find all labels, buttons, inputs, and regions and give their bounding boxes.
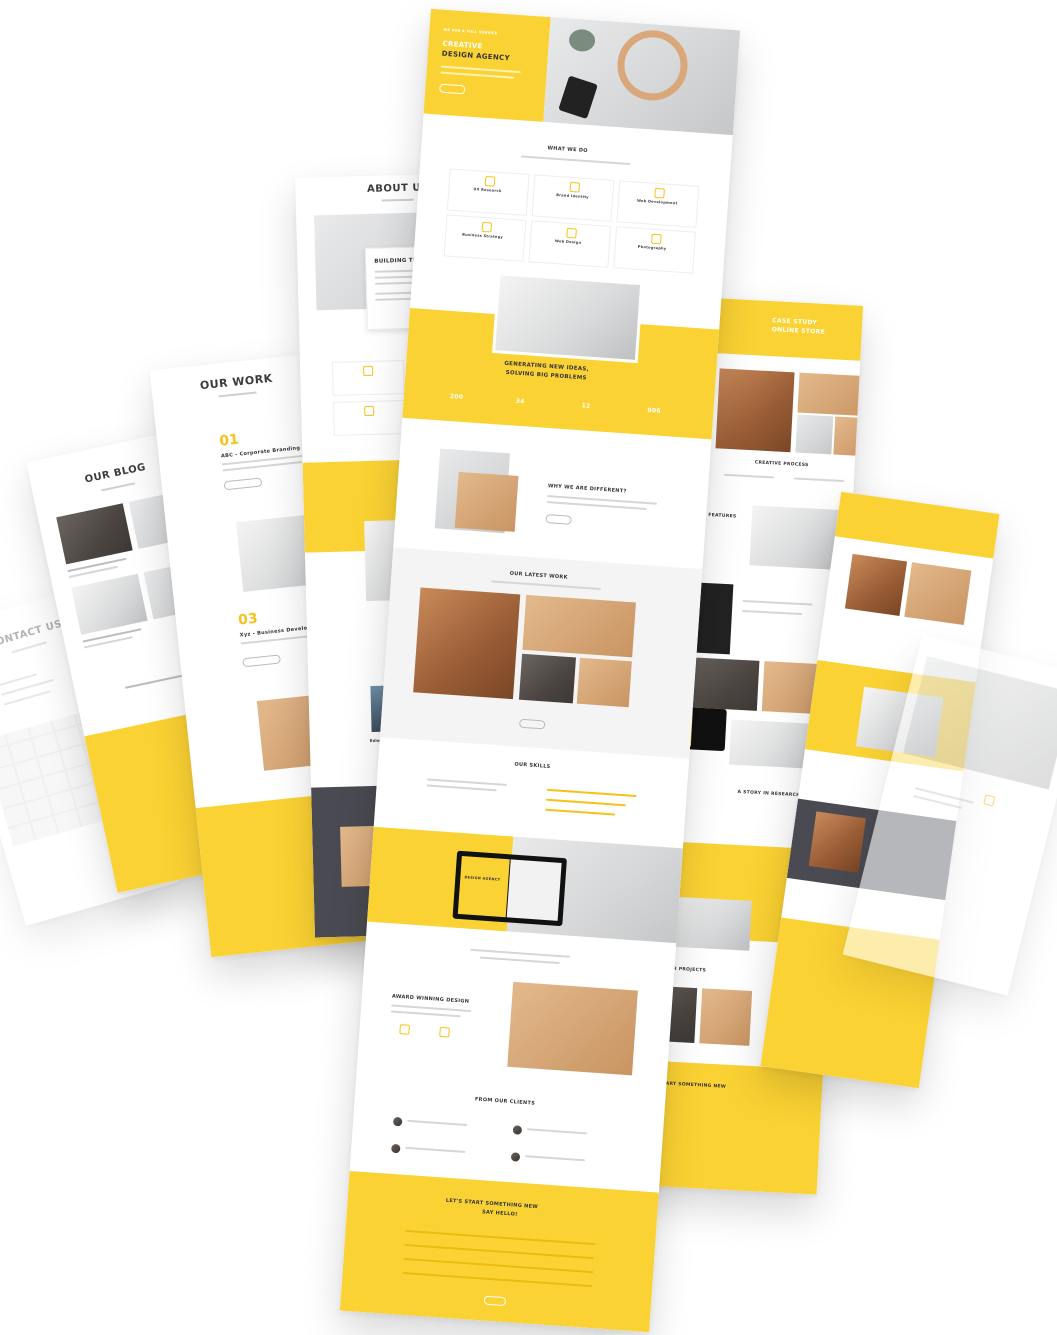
cta-submit-button[interactable] (483, 1295, 507, 1307)
laptop-mockup: DESIGN AGENCY (452, 850, 567, 927)
service-card: UX Research (446, 168, 530, 216)
service-card: Brand Identity (531, 174, 615, 222)
work-photo-phone (522, 594, 636, 658)
case-research: A STORY IN RESEARCH! (737, 789, 803, 799)
service-card: Photography (613, 226, 696, 274)
stat-2: 34 (515, 397, 525, 406)
case-creative: CREATIVE PROCESS (754, 460, 809, 469)
hero-photo (543, 17, 741, 136)
view-more-button[interactable] (518, 718, 546, 730)
skills-title: OUR SKILLS (514, 761, 551, 770)
stat-1: 200 (449, 393, 464, 401)
award-title: AWARD WINNING DESIGN (391, 993, 470, 1005)
stat-4: 906 (647, 406, 662, 415)
collage-stage: CONTACT US OUR BLOG OUR WORK 01 ABC - Co… (0, 0, 1057, 1335)
service-card: Web Development (616, 180, 700, 228)
why-title: WHY WE ARE DIFFERENT? (547, 483, 627, 495)
stat-3: 12 (581, 402, 591, 410)
laptop-photo (492, 272, 644, 364)
work-photo-bag (413, 587, 521, 700)
work-num-1: 01 (218, 431, 240, 450)
hero-button[interactable] (439, 83, 466, 95)
service-card: Web Design (528, 220, 612, 268)
work-num-2: 03 (237, 610, 259, 629)
service-card: Business Strategy (443, 214, 527, 262)
clients-title: FROM OUR CLIENTS (474, 1096, 536, 1107)
what-we-do-title: WHAT WE DO (547, 145, 588, 155)
